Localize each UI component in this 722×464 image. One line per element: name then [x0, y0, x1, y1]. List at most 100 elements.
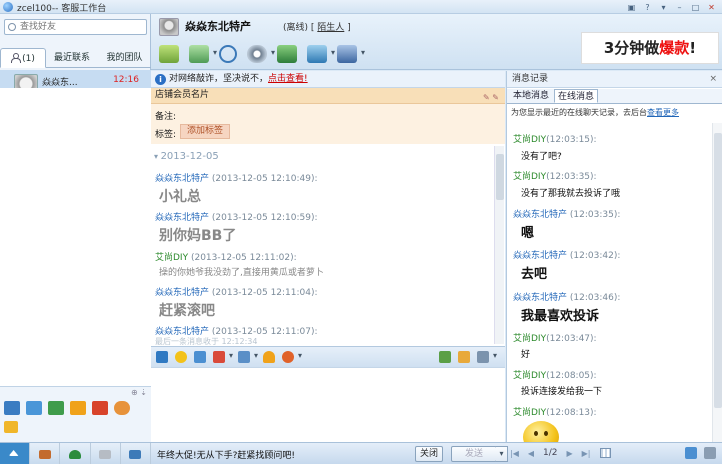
book-icon[interactable] — [48, 401, 64, 415]
app-logo-icon — [3, 2, 13, 12]
search-history-icon[interactable] — [704, 447, 716, 459]
message-time: (2013-12-05 12:11:04): — [211, 288, 318, 298]
sender-name: 焱焱东北特产 — [513, 251, 568, 261]
transfer-icon[interactable] — [159, 45, 179, 63]
folder-icon[interactable] — [70, 401, 86, 415]
message-input[interactable] — [151, 368, 505, 442]
screenshot-icon[interactable] — [213, 351, 233, 363]
history-header: 艾尚DIY(12:03:35): — [513, 169, 597, 182]
history-icon[interactable] — [439, 351, 451, 363]
contact-name: 焱焱东... — [42, 78, 78, 88]
phone-nav-icon[interactable] — [60, 443, 91, 464]
close-button[interactable]: 关闭 — [415, 446, 443, 462]
help-icon[interactable]: ? — [641, 1, 654, 13]
info-icon: i — [155, 74, 166, 85]
settings-icon[interactable] — [247, 45, 275, 63]
emoji-icon[interactable] — [175, 351, 187, 363]
last-page-icon[interactable]: ▶| — [582, 449, 591, 458]
sender-name: 艾尚DIY — [513, 135, 547, 145]
promo-link[interactable]: 年终大促!无从下手?赶紧找顾问吧! — [157, 448, 295, 461]
member-card: 备注: 标签: 添加标签 — [151, 104, 505, 144]
history-description: 为您显示最近的在线聊天记录，去后台查看更多 — [511, 107, 679, 118]
sender-name[interactable]: 焱焱东北特产 — [155, 213, 209, 223]
add-shortcut-icon[interactable]: ⊕ ⇣ — [131, 388, 147, 397]
edit-icon[interactable] — [4, 421, 18, 433]
monitor-icon[interactable] — [307, 45, 335, 63]
history-text: 去吧 — [521, 267, 548, 282]
home-nav-icon[interactable] — [0, 443, 31, 464]
emoji-sticker-icon — [523, 421, 559, 442]
chat-messages: 2013-12-05 焱焱东北特产 (2013-12-05 12:10:49):… — [151, 144, 505, 346]
window-nav-icon[interactable] — [91, 443, 121, 464]
maximize-icon[interactable]: □ — [689, 1, 702, 13]
mail-nav-icon[interactable] — [30, 443, 61, 464]
image-icon[interactable] — [194, 351, 206, 363]
notice-bar: i 对网络敲诈，坚决说不，点击查看! — [151, 71, 505, 88]
send-options-icon[interactable]: ▾ — [496, 446, 508, 462]
calendar-icon[interactable] — [599, 448, 611, 458]
hand-icon[interactable] — [114, 401, 130, 415]
english-icon[interactable] — [26, 401, 42, 415]
quick-reply-icon[interactable] — [238, 351, 258, 363]
history-header: 艾尚DIY(12:08:05): — [513, 368, 597, 381]
card-tools-icon[interactable]: ✎ ✎ — [483, 90, 499, 105]
send-button[interactable]: 发送 — [451, 446, 497, 462]
close-icon[interactable]: ✕ — [705, 1, 718, 13]
history-title-bar: 消息记录 × — [507, 71, 722, 88]
next-page-icon[interactable]: ▶ — [567, 449, 573, 458]
tab-local-messages[interactable]: 本地消息 — [510, 89, 552, 103]
bell-icon[interactable] — [263, 351, 275, 363]
notice-link[interactable]: 点击查看! — [268, 74, 308, 84]
skin-icon[interactable]: ▣ — [625, 1, 638, 13]
first-page-icon[interactable]: |◀ — [510, 449, 519, 458]
tab-recent[interactable]: 最近联系 — [46, 48, 98, 68]
sender-name[interactable]: 焱焱东北特产 — [155, 174, 209, 184]
sender-name[interactable]: 艾尚DIY — [155, 253, 188, 263]
message-time: (12:03:35): — [569, 210, 621, 220]
export-icon[interactable] — [685, 447, 697, 459]
heart-icon[interactable] — [282, 351, 302, 363]
group-link[interactable]: 陌生人 — [317, 23, 344, 33]
tab-online-messages[interactable]: 在线消息 — [554, 89, 599, 103]
scroll-thumb[interactable] — [714, 133, 722, 408]
title-bar: zcel100-- 客服工作台 ▣ ? ▾ – □ ✕ — [0, 0, 722, 14]
message-text: 赶紧滚吧 — [159, 303, 215, 319]
font-icon[interactable] — [156, 351, 168, 363]
tab-contacts-label: (1) — [22, 54, 35, 64]
view-more-link[interactable]: 查看更多 — [647, 108, 679, 117]
tab-my-team[interactable]: 我的团队 — [98, 48, 151, 68]
screen-icon[interactable] — [189, 45, 217, 63]
contact-tabs: (1) 最近联系 我的团队 — [0, 48, 151, 68]
close-icon[interactable]: × — [709, 71, 717, 88]
prev-page-icon[interactable]: ◀ — [528, 449, 534, 458]
footer-icons — [685, 447, 716, 459]
member-card-title: 店铺会员名片 — [155, 90, 210, 100]
history-list: 艾尚DIY(12:03:15): 没有了吧? 艾尚DIY(12:03:35): … — [507, 123, 712, 442]
more-icon[interactable] — [477, 351, 497, 363]
history-scrollbar[interactable] — [712, 123, 722, 442]
message-header: 焱焱东北特产 (2013-12-05 12:10:49): — [155, 171, 318, 184]
message-text: 小礼总 — [159, 189, 201, 205]
shop-icon[interactable] — [92, 401, 108, 415]
sender-name[interactable]: 焱焱东北特产 — [155, 288, 209, 298]
user-icon[interactable] — [277, 45, 297, 63]
window-controls: ▣ ? ▾ – □ ✕ — [625, 0, 718, 14]
customer-icon[interactable] — [4, 401, 20, 415]
message-time: (2013-12-05 12:10:59): — [211, 213, 318, 223]
search-input[interactable] — [20, 21, 144, 33]
inbox-nav-icon[interactable] — [121, 443, 152, 464]
minimize-icon[interactable]: – — [673, 1, 686, 13]
contact-list-area — [0, 88, 151, 386]
message-time: (2013-12-05 12:10:49): — [211, 174, 318, 184]
add-tag-button[interactable]: 添加标签 — [180, 124, 231, 139]
house-icon[interactable] — [337, 45, 365, 63]
antenna-icon[interactable] — [219, 45, 237, 63]
star-icon[interactable] — [458, 351, 470, 363]
scroll-thumb[interactable] — [496, 154, 504, 200]
search-box[interactable] — [4, 19, 147, 35]
tab-contacts[interactable]: (1) — [0, 48, 46, 68]
ad-banner[interactable]: 3分钟做爆款! — [581, 32, 719, 64]
shortcut-row — [4, 401, 130, 415]
menu-icon[interactable]: ▾ — [657, 1, 670, 13]
chat-scrollbar[interactable] — [494, 146, 504, 344]
